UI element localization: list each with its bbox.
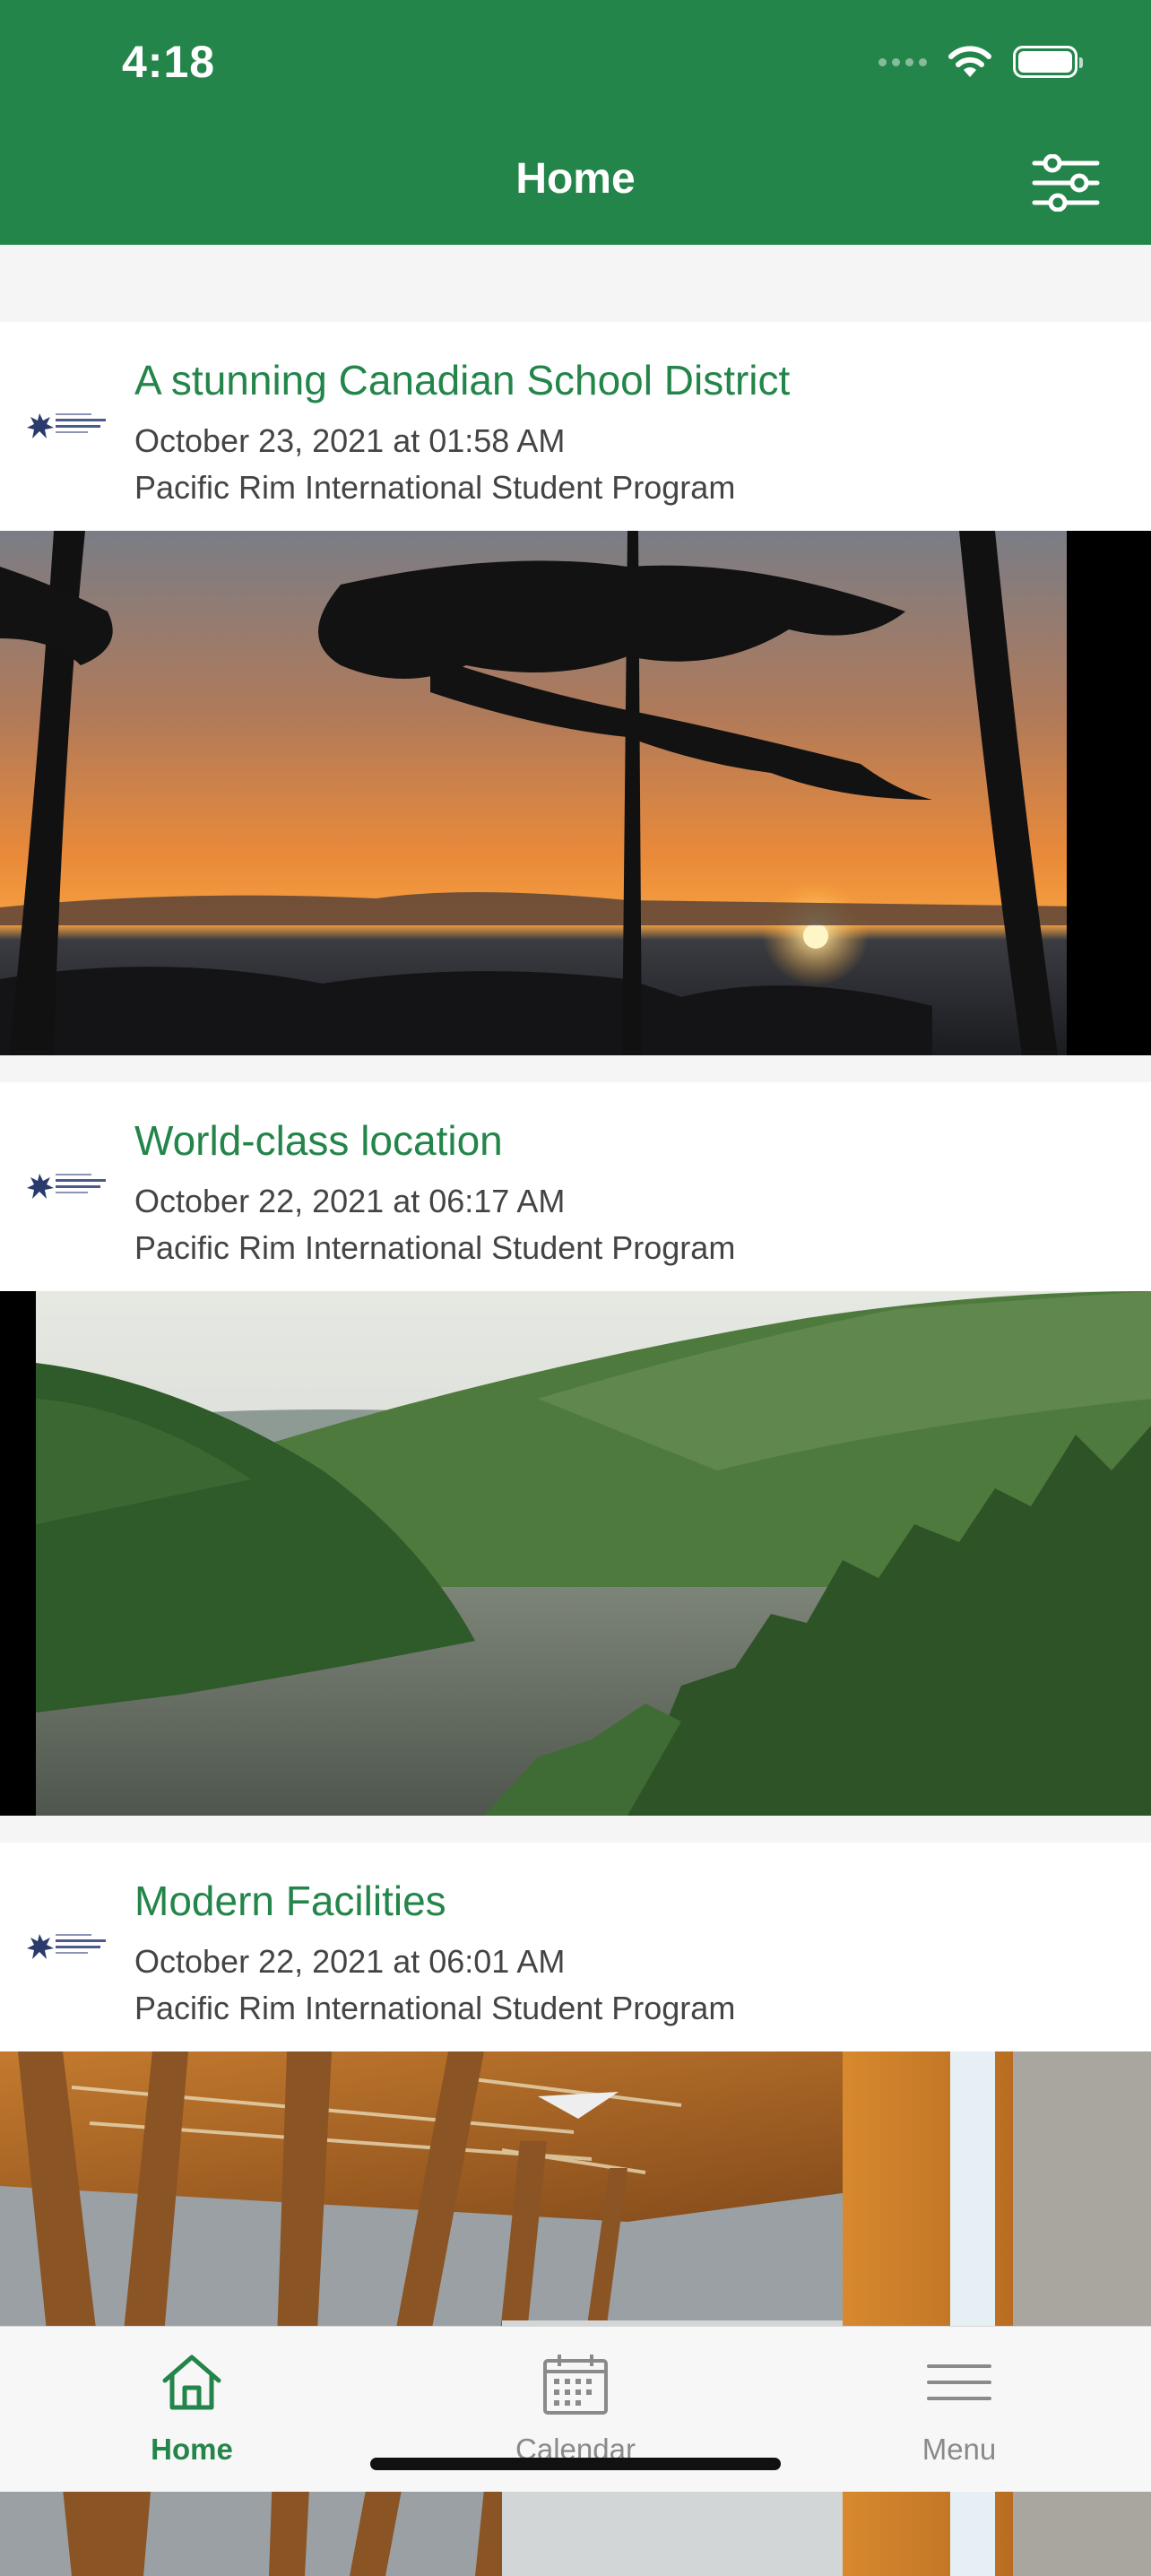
wooden-atrium-photo[interactable] bbox=[0, 2051, 1151, 2576]
tab-menu-label: Menu bbox=[922, 2433, 997, 2466]
wifi-icon bbox=[948, 46, 991, 77]
status-time: 4:18 bbox=[122, 37, 216, 87]
post-header[interactable]: A stunning Canadian School District Octo… bbox=[0, 322, 1151, 531]
post-source: Pacific Rim International Student Progra… bbox=[134, 1229, 736, 1266]
inlet-mountains-photo[interactable] bbox=[0, 1291, 1151, 1816]
feed-post[interactable]: World-class location October 22, 2021 at… bbox=[0, 1082, 1151, 1816]
status-icons bbox=[878, 45, 1083, 79]
program-logo-icon bbox=[27, 413, 106, 438]
post-source: Pacific Rim International Student Progra… bbox=[134, 469, 736, 506]
feed-post[interactable]: A stunning Canadian School District Octo… bbox=[0, 322, 1151, 1055]
post-date: October 23, 2021 at 01:58 AM bbox=[134, 422, 566, 459]
page-title: Home bbox=[515, 155, 636, 203]
post-header[interactable]: Modern Facilities October 22, 2021 at 06… bbox=[0, 1843, 1151, 2051]
battery-icon bbox=[1013, 46, 1083, 78]
post-title[interactable]: A stunning Canadian School District bbox=[134, 356, 790, 404]
program-logo-icon bbox=[27, 1174, 106, 1199]
post-title[interactable]: Modern Facilities bbox=[134, 1877, 446, 1925]
home-icon bbox=[162, 2355, 221, 2410]
tab-menu[interactable]: Menu bbox=[767, 2327, 1151, 2492]
filter-button[interactable] bbox=[1031, 153, 1101, 212]
post-header[interactable]: World-class location October 22, 2021 at… bbox=[0, 1082, 1151, 1291]
post-source: Pacific Rim International Student Progra… bbox=[134, 1990, 736, 2026]
home-indicator[interactable] bbox=[370, 2458, 781, 2470]
sunset-forest-photo[interactable] bbox=[0, 531, 1151, 1055]
post-title[interactable]: World-class location bbox=[134, 1116, 503, 1165]
tab-home-label: Home bbox=[151, 2433, 233, 2466]
post-date: October 22, 2021 at 06:17 AM bbox=[134, 1183, 566, 1219]
program-logo-icon bbox=[27, 1934, 106, 1959]
cellular-signal-icon bbox=[878, 57, 927, 66]
calendar-icon bbox=[543, 2355, 608, 2415]
post-date: October 22, 2021 at 06:01 AM bbox=[134, 1943, 566, 1980]
app-header: 4:18 Home bbox=[0, 0, 1151, 245]
sliders-icon bbox=[1032, 153, 1100, 212]
tab-home[interactable]: Home bbox=[0, 2327, 384, 2492]
menu-icon bbox=[927, 2364, 991, 2400]
